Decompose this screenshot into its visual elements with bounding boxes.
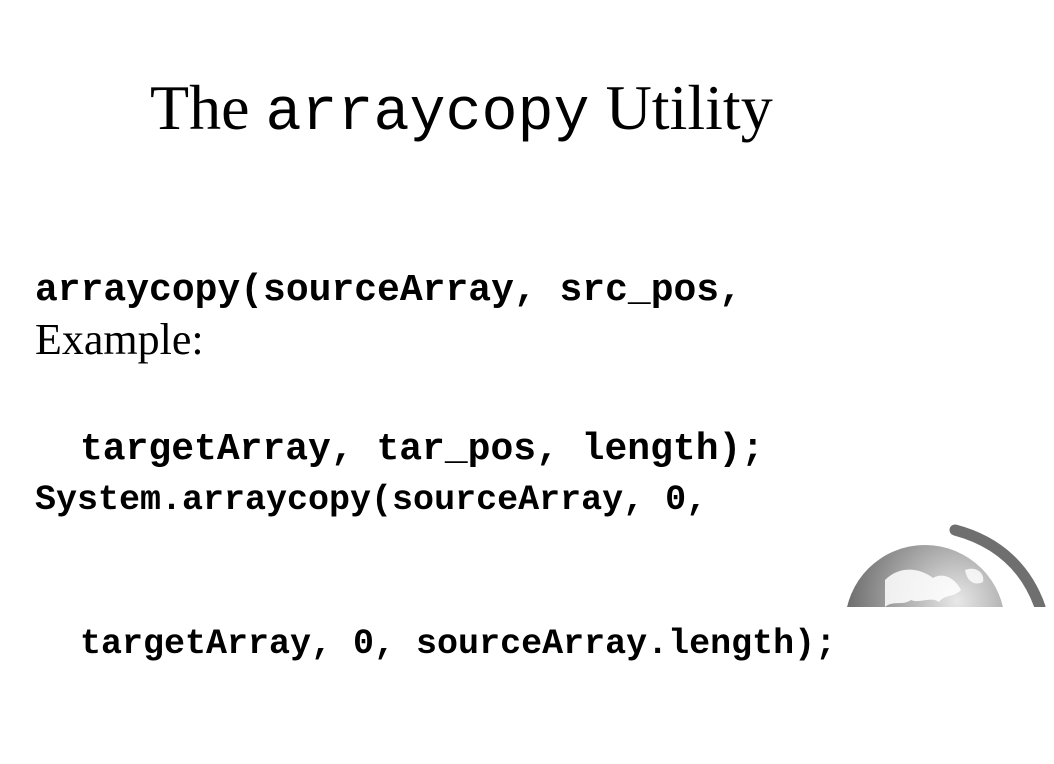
globe-logo-icon xyxy=(847,524,1046,607)
title-prefix: The xyxy=(150,71,266,143)
slide: The arraycopy Utility arraycopy(sourceAr… xyxy=(0,0,1054,664)
example-label: Example: xyxy=(35,315,204,364)
title-suffix: Utility xyxy=(589,71,773,143)
title-code-word: arraycopy xyxy=(265,79,590,148)
example-code-block: System.arraycopy(sourceArray, 0, targetA… xyxy=(35,380,836,764)
slide-title: The arraycopy Utility xyxy=(150,71,773,151)
example-line-1: System.arraycopy(sourceArray, 0, xyxy=(35,480,708,520)
syntax-line-1: arraycopy(sourceArray, src_pos, xyxy=(35,269,742,312)
example-line-2: targetArray, 0, sourceArray.length); xyxy=(80,624,837,664)
